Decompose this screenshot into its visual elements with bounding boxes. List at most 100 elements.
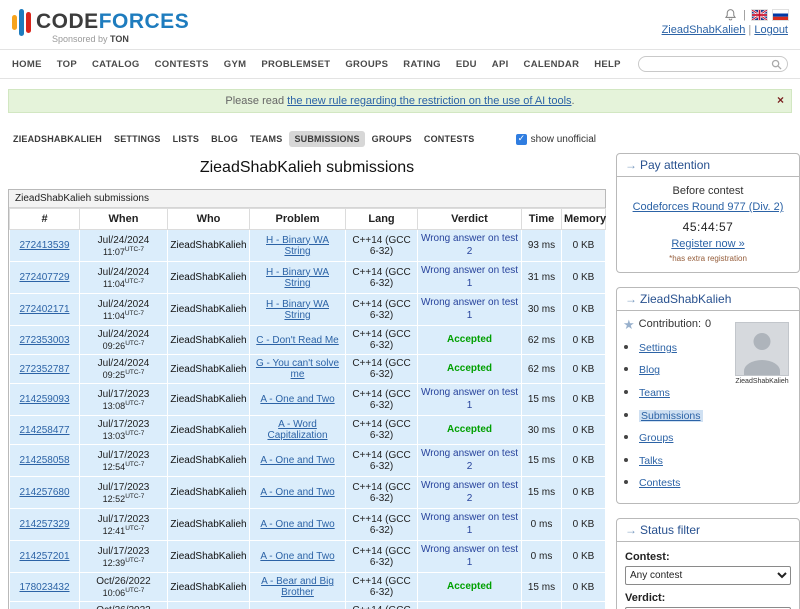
submission-author-link[interactable]: ZieadShabKalieh [170, 304, 246, 315]
submission-author-link[interactable]: ZieadShabKalieh [170, 455, 246, 466]
submission-author-link[interactable]: ZieadShabKalieh [170, 519, 246, 530]
subnav-item[interactable]: TEAMS [245, 131, 288, 147]
show-unofficial-toggle[interactable]: show unofficial [516, 134, 596, 145]
nav-item[interactable]: CONTESTS [155, 59, 209, 70]
submission-id-link[interactable]: 178023432 [19, 582, 69, 593]
english-flag-icon[interactable] [752, 10, 767, 20]
problem-link[interactable]: A - Bear and Big Brother [261, 576, 334, 598]
subnav-item[interactable]: GROUPS [367, 131, 417, 147]
user-link[interactable]: Submissions [639, 410, 703, 422]
pay-attention-title[interactable]: Pay attention [640, 158, 710, 172]
verdict-text[interactable]: Accepted [447, 424, 492, 437]
contest-select[interactable]: Any contest [625, 566, 791, 585]
pay-attention-box: →Pay attention Before contest Codeforces… [616, 153, 800, 273]
submission-author-link[interactable]: ZieadShabKalieh [170, 487, 246, 498]
user-link[interactable]: Groups [639, 432, 673, 444]
russian-flag-icon[interactable] [773, 10, 788, 20]
logout-link[interactable]: Logout [754, 24, 788, 36]
search-box[interactable] [638, 56, 788, 72]
status-filter-title[interactable]: Status filter [640, 523, 700, 537]
nav-item[interactable]: API [492, 59, 509, 70]
verdict-text[interactable]: Accepted [447, 581, 492, 594]
nav-item[interactable]: RATING [403, 59, 441, 70]
nav-item[interactable]: EDU [456, 59, 477, 70]
submission-author-link[interactable]: ZieadShabKalieh [170, 335, 246, 346]
submission-author-link[interactable]: ZieadShabKalieh [170, 394, 246, 405]
problem-link[interactable]: H - Binary WA String [266, 299, 329, 321]
submission-id-link[interactable]: 272402171 [19, 304, 69, 315]
submission-author-link[interactable]: ZieadShabKalieh [170, 364, 246, 375]
submission-id-link[interactable]: 272413539 [19, 240, 69, 251]
show-unofficial-label: show unofficial [531, 134, 596, 145]
problem-link[interactable]: A - One and Two [260, 551, 334, 562]
user-box-title-link[interactable]: ZieadShabKalieh [640, 292, 731, 306]
submission-author-link[interactable]: ZieadShabKalieh [170, 425, 246, 436]
announcement-link[interactable]: the new rule regarding the restriction o… [287, 95, 571, 107]
nav-item[interactable]: HELP [594, 59, 621, 70]
verdict-text[interactable]: Wrong answer on test 2 [420, 448, 519, 473]
submission-author-link[interactable]: ZieadShabKalieh [170, 240, 246, 251]
problem-link[interactable]: A - Word Capitalization [267, 419, 327, 441]
verdict-text[interactable]: Wrong answer on test 1 [420, 544, 519, 569]
avatar[interactable] [735, 322, 789, 376]
submission-id-link[interactable]: 214258058 [19, 455, 69, 466]
problem-link[interactable]: A - One and Two [260, 519, 334, 530]
verdict-text[interactable]: Wrong answer on test 1 [420, 387, 519, 412]
submission-id-link[interactable]: 214257329 [19, 519, 69, 530]
nav-item[interactable]: CALENDAR [524, 59, 580, 70]
user-link[interactable]: Talks [639, 455, 663, 467]
problem-link[interactable]: A - One and Two [260, 455, 334, 466]
subnav-item[interactable]: SUBMISSIONS [289, 131, 364, 147]
notification-bell-icon[interactable] [724, 8, 737, 21]
main-nav: HOME TOP CATALOG CONTESTS GYM PROBLEMSET GROUP… [0, 49, 800, 79]
submission-exec-time: 15 ms [522, 384, 562, 416]
verdict-text[interactable]: Accepted [447, 363, 492, 376]
user-link[interactable]: Teams [639, 387, 670, 399]
register-now-link[interactable]: Register now » [671, 238, 744, 250]
verdict-text[interactable]: Wrong answer on test 1 [420, 512, 519, 537]
nav-item[interactable]: CATALOG [92, 59, 140, 70]
subnav-item[interactable]: ZIEADSHABKALIEH [8, 131, 107, 147]
submission-id-link[interactable]: 214257201 [19, 551, 69, 562]
problem-link[interactable]: C - Don't Read Me [256, 335, 339, 346]
sponsored-by-ton-link[interactable]: Sponsored by TON [52, 34, 189, 44]
verdict-text[interactable]: Wrong answer on test 2 [420, 233, 519, 258]
codeforces-logo[interactable]: CODEFORCES [12, 7, 189, 37]
nav-item[interactable]: GROUPS [345, 59, 388, 70]
submission-id-link[interactable]: 214257680 [19, 487, 69, 498]
problem-link[interactable]: A - One and Two [260, 487, 334, 498]
problem-link[interactable]: A - One and Two [260, 394, 334, 405]
search-input[interactable] [648, 61, 770, 74]
nav-item[interactable]: PROBLEMSET [261, 59, 330, 70]
contest-link[interactable]: Codeforces Round 977 (Div. 2) [623, 200, 793, 215]
subnav-item[interactable]: SETTINGS [109, 131, 166, 147]
user-link[interactable]: Settings [639, 342, 677, 354]
problem-link[interactable]: H - Binary WA String [266, 235, 329, 257]
verdict-text[interactable]: Wrong answer on test 2 [420, 480, 519, 505]
subnav-item[interactable]: CONTESTS [419, 131, 480, 147]
user-link[interactable]: Blog [639, 364, 660, 376]
username-link[interactable]: ZieadShabKalieh [662, 24, 746, 36]
verdict-text[interactable]: Accepted [447, 334, 492, 347]
submission-id-link[interactable]: 272352787 [19, 364, 69, 375]
submission-id-link[interactable]: 272353003 [19, 335, 69, 346]
verdict-text[interactable]: Wrong answer on test 1 [420, 297, 519, 322]
verdict-text[interactable]: Wrong answer on test 1 [420, 265, 519, 290]
nav-item[interactable]: GYM [224, 59, 247, 70]
nav-item[interactable]: TOP [57, 59, 77, 70]
user-link[interactable]: Contests [639, 477, 680, 489]
submission-id-link[interactable]: 214258477 [19, 425, 69, 436]
submission-author-link[interactable]: ZieadShabKalieh [170, 272, 246, 283]
subnav-item[interactable]: LISTS [168, 131, 205, 147]
submission-author-link[interactable]: ZieadShabKalieh [170, 551, 246, 562]
problem-link[interactable]: H - Binary WA String [266, 267, 329, 289]
nav-item[interactable]: HOME [12, 59, 42, 70]
subnav-item[interactable]: BLOG [206, 131, 243, 147]
submission-clock: 11:04 [103, 311, 125, 321]
submission-id-link[interactable]: 272407729 [19, 272, 69, 283]
close-announcement-icon[interactable]: × [777, 93, 784, 107]
problem-link[interactable]: G - You can't solve me [256, 358, 339, 380]
submission-id-link[interactable]: 214259093 [19, 394, 69, 405]
submission-author-link[interactable]: ZieadShabKalieh [170, 582, 246, 593]
checkbox-checked-icon[interactable] [516, 134, 527, 145]
